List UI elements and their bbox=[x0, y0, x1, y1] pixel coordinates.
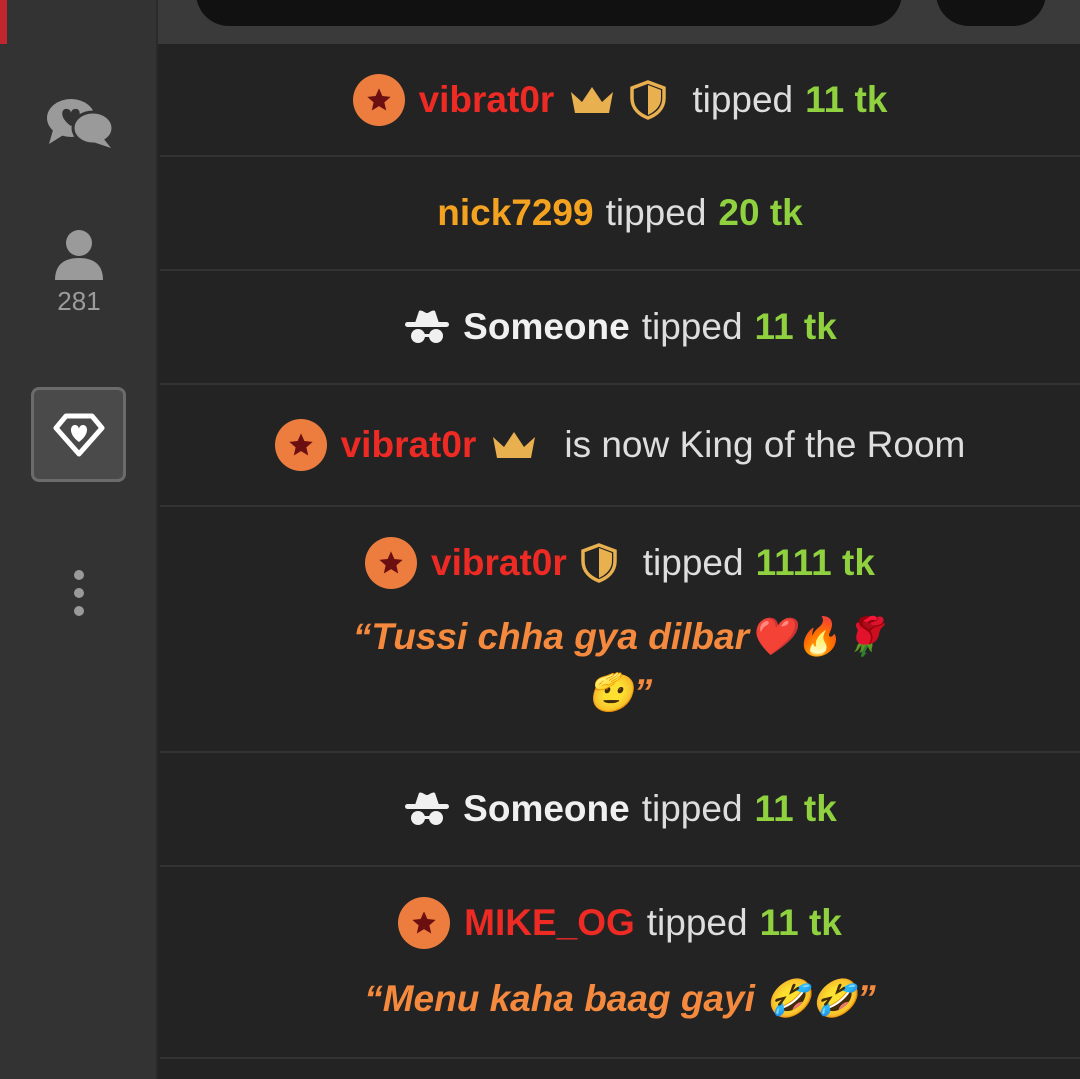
tip-action-text: tipped bbox=[692, 78, 794, 120]
username[interactable]: nick7299 bbox=[437, 192, 593, 234]
list-item: nick7299 tipped 20 tk bbox=[160, 157, 1080, 271]
tip-action-text: tipped bbox=[641, 306, 743, 347]
star-badge-icon bbox=[365, 537, 418, 589]
tip-message-line: “Tussi chha gya dilbar❤️🔥🌹 bbox=[352, 616, 888, 657]
users-button[interactable]: 281 bbox=[0, 228, 158, 317]
more-vertical-icon bbox=[74, 566, 84, 620]
tip-amount: 11 tk bbox=[805, 78, 888, 120]
spy-incognito-icon bbox=[403, 309, 451, 345]
list-item: Someone tipped 11 tk bbox=[160, 753, 1080, 867]
video-controls-strip bbox=[158, 0, 1080, 44]
username: Someone bbox=[463, 788, 630, 829]
star-badge-icon bbox=[398, 897, 451, 949]
tip-action-text: tipped bbox=[641, 788, 743, 829]
chat-bubbles-icon bbox=[47, 99, 115, 148]
star-badge-icon bbox=[352, 73, 405, 126]
list-item: vibrat0r is now King of the Room bbox=[160, 385, 1080, 507]
active-indicator bbox=[0, 0, 7, 44]
username: Someone bbox=[463, 306, 630, 347]
username[interactable]: vibrat0r bbox=[431, 542, 567, 584]
shield-icon bbox=[581, 543, 617, 583]
tip-amount: 20 tk bbox=[718, 192, 803, 233]
list-item: MIKE_OG tipped 11 tk “Menu kaha baag gay… bbox=[160, 867, 1080, 1059]
tip-message-line: 🫡” bbox=[587, 672, 653, 713]
diamond-icon bbox=[53, 413, 104, 456]
chat-feed: vibrat0r tipped 11 tk nick7299 tipped 20… bbox=[160, 44, 1080, 1059]
tokens-button[interactable] bbox=[31, 387, 126, 482]
shield-icon bbox=[630, 79, 667, 120]
username[interactable]: vibrat0r bbox=[419, 79, 555, 121]
online-user-count: 281 bbox=[57, 286, 101, 316]
spy-incognito-icon bbox=[403, 791, 451, 827]
star-badge-icon bbox=[274, 419, 327, 471]
tip-amount: 11 tk bbox=[754, 306, 837, 347]
video-control-pill[interactable] bbox=[196, 0, 902, 26]
tip-action-text: tipped bbox=[642, 542, 744, 583]
username[interactable]: MIKE_OG bbox=[464, 902, 635, 944]
crown-icon bbox=[568, 84, 616, 116]
chat-button[interactable] bbox=[0, 94, 158, 150]
video-control-round-button[interactable] bbox=[936, 0, 1046, 26]
crown-icon bbox=[490, 429, 538, 461]
username[interactable]: vibrat0r bbox=[341, 424, 477, 466]
app-root: 281 vibrat0r tipped 11 tk nick7299 tippe… bbox=[0, 0, 1080, 1079]
list-item: vibrat0r tipped 11 tk bbox=[160, 44, 1080, 157]
king-status-text: is now King of the Room bbox=[564, 424, 966, 465]
tip-action-text: tipped bbox=[646, 902, 748, 943]
tip-message-line: “Menu kaha baag gayi 🤣🤣” bbox=[364, 978, 876, 1019]
list-item: Someone tipped 11 tk bbox=[160, 271, 1080, 385]
tip-amount: 11 tk bbox=[754, 788, 837, 829]
tip-amount: 11 tk bbox=[759, 902, 842, 943]
tip-message: “Menu kaha baag gayi 🤣🤣” bbox=[364, 971, 876, 1027]
sidebar: 281 bbox=[0, 0, 158, 1079]
tip-action-text: tipped bbox=[605, 192, 707, 233]
list-item: vibrat0r tipped 1111 tk “Tussi chha gya … bbox=[160, 507, 1080, 753]
tip-message: “Tussi chha gya dilbar❤️🔥🌹 🫡” bbox=[353, 609, 887, 721]
tip-amount: 1111 tk bbox=[755, 542, 875, 583]
more-options-button[interactable] bbox=[0, 566, 158, 620]
user-icon bbox=[55, 230, 103, 280]
